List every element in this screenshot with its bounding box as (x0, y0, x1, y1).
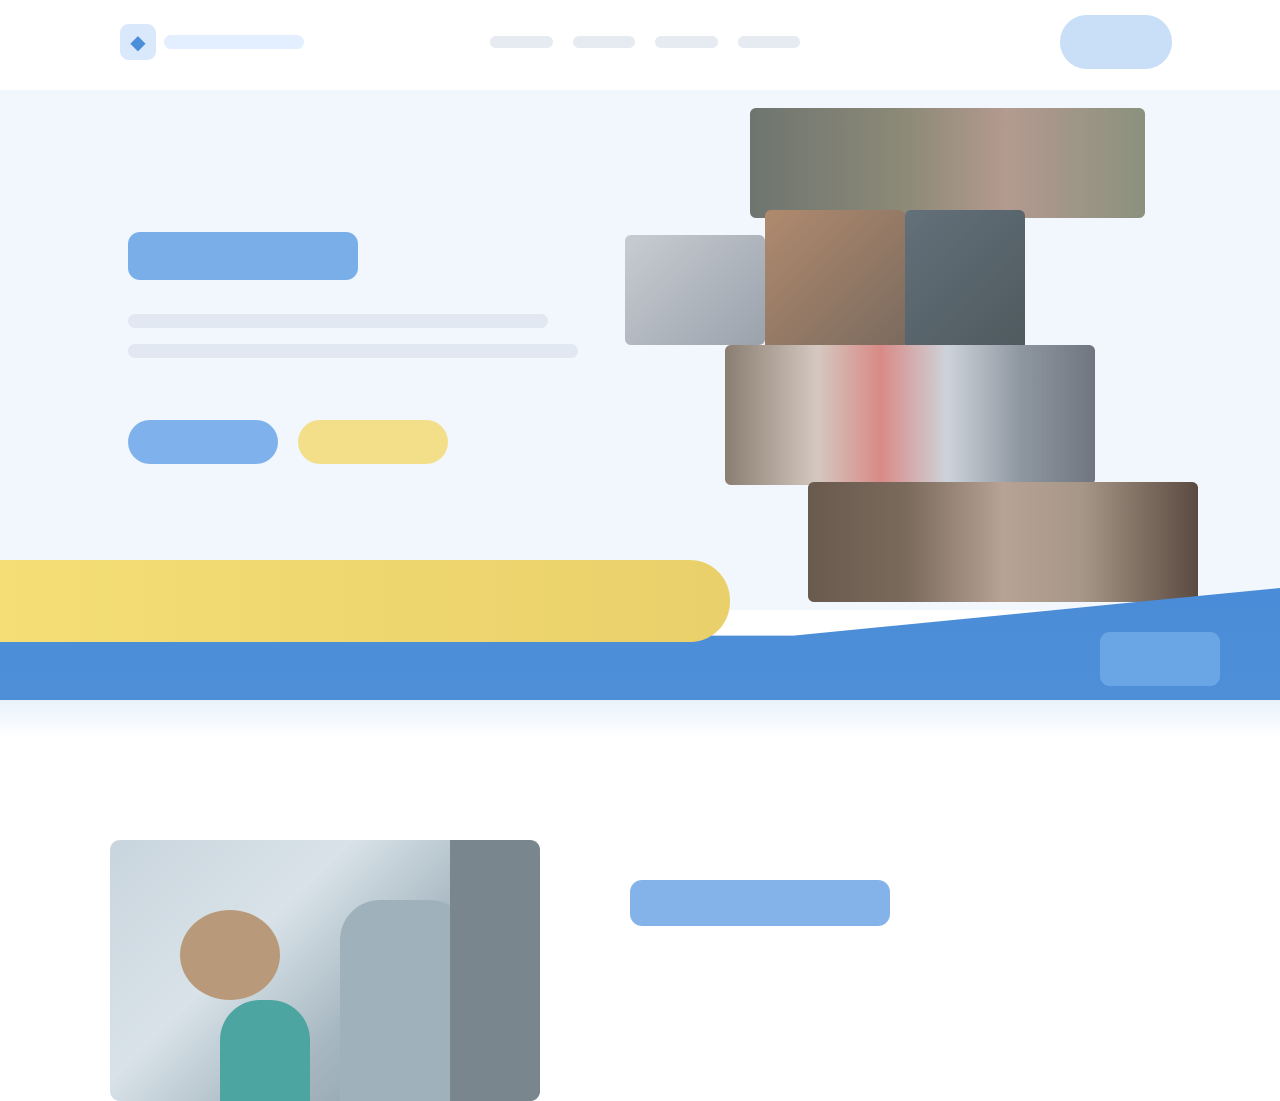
collage-photo-left (625, 235, 765, 345)
collage-photo-top (750, 108, 1145, 218)
hero-primary-button[interactable] (128, 420, 278, 464)
collage-photo-center-right (905, 210, 1025, 350)
hero-subtitle (128, 314, 578, 390)
about-photo (110, 840, 540, 1101)
site-header: ◆ (0, 0, 1280, 90)
hero-yellow-ribbon (0, 560, 730, 642)
collage-photo-middle (725, 345, 1095, 485)
logo[interactable]: ◆ (120, 22, 310, 62)
collage-photo-center-left (765, 210, 905, 350)
main-navigation (490, 24, 800, 60)
hero-subtitle-line-2 (128, 344, 578, 358)
header-cta-button[interactable] (1060, 15, 1172, 69)
ribbon-fade (0, 700, 1280, 738)
nav-item-4[interactable] (737, 36, 800, 48)
nav-item-1[interactable] (490, 36, 553, 48)
hero-title (128, 232, 358, 280)
logo-text (164, 35, 304, 49)
logo-icon: ◆ (120, 24, 156, 60)
ribbon-link-button[interactable] (1100, 632, 1220, 686)
nav-item-2[interactable] (572, 36, 635, 48)
photo-sign (450, 840, 540, 1101)
photo-shirt (220, 1000, 310, 1101)
about-section-title (630, 880, 890, 926)
nav-item-3[interactable] (655, 36, 718, 48)
collage-photo-bottom (808, 482, 1198, 602)
hero-secondary-button[interactable] (298, 420, 448, 464)
photo-head (180, 910, 280, 1000)
hero-subtitle-line-1 (128, 314, 548, 328)
